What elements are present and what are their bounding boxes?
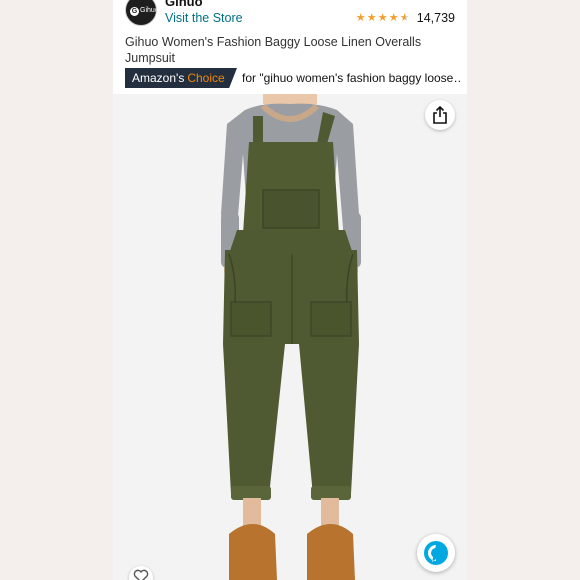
alexa-button[interactable] bbox=[417, 534, 455, 572]
badge-prefix: Amazon's bbox=[132, 71, 185, 85]
heart-icon bbox=[133, 569, 149, 580]
brand-logo-text: Gihuo bbox=[140, 7, 157, 14]
star-icon: ★ bbox=[366, 11, 377, 24]
share-button[interactable] bbox=[425, 100, 455, 130]
product-page: G Gihuo Gihuo Visit the Store ★ ★ ★ ★ ★ … bbox=[113, 0, 467, 580]
amazons-choice-row[interactable]: Amazon's Choice for "gihuo women's fashi… bbox=[125, 68, 465, 88]
alexa-icon bbox=[424, 541, 448, 565]
amazons-choice-badge: Amazon's Choice bbox=[125, 68, 237, 88]
rating[interactable]: ★ ★ ★ ★ ★ 14,739 bbox=[356, 10, 455, 26]
product-image[interactable] bbox=[113, 94, 467, 580]
brand-header: G Gihuo Gihuo Visit the Store ★ ★ ★ ★ ★ … bbox=[125, 0, 455, 30]
star-icon: ★ bbox=[377, 11, 388, 24]
review-count[interactable]: 14,739 bbox=[417, 11, 455, 25]
brand-logo-mark: G bbox=[130, 7, 139, 16]
visit-store-link[interactable]: Visit the Store bbox=[165, 11, 243, 25]
brand-name[interactable]: Gihuo bbox=[165, 0, 203, 9]
share-icon bbox=[433, 106, 447, 124]
star-icon: ★ bbox=[355, 11, 366, 24]
star-rating: ★ ★ ★ ★ ★ bbox=[355, 11, 411, 24]
background-left bbox=[0, 0, 113, 580]
badge-choice-word: Choice bbox=[187, 71, 225, 85]
brand-logo[interactable]: G Gihuo bbox=[125, 0, 157, 26]
product-photo-illustration bbox=[113, 94, 467, 580]
background-right bbox=[467, 0, 580, 580]
star-icon: ★ bbox=[399, 11, 410, 24]
choice-keyword-text: for "gihuo women's fashion baggy loose… bbox=[242, 71, 462, 85]
product-title: Gihuo Women's Fashion Baggy Loose Linen … bbox=[125, 35, 422, 65]
star-icon: ★ bbox=[388, 11, 399, 24]
